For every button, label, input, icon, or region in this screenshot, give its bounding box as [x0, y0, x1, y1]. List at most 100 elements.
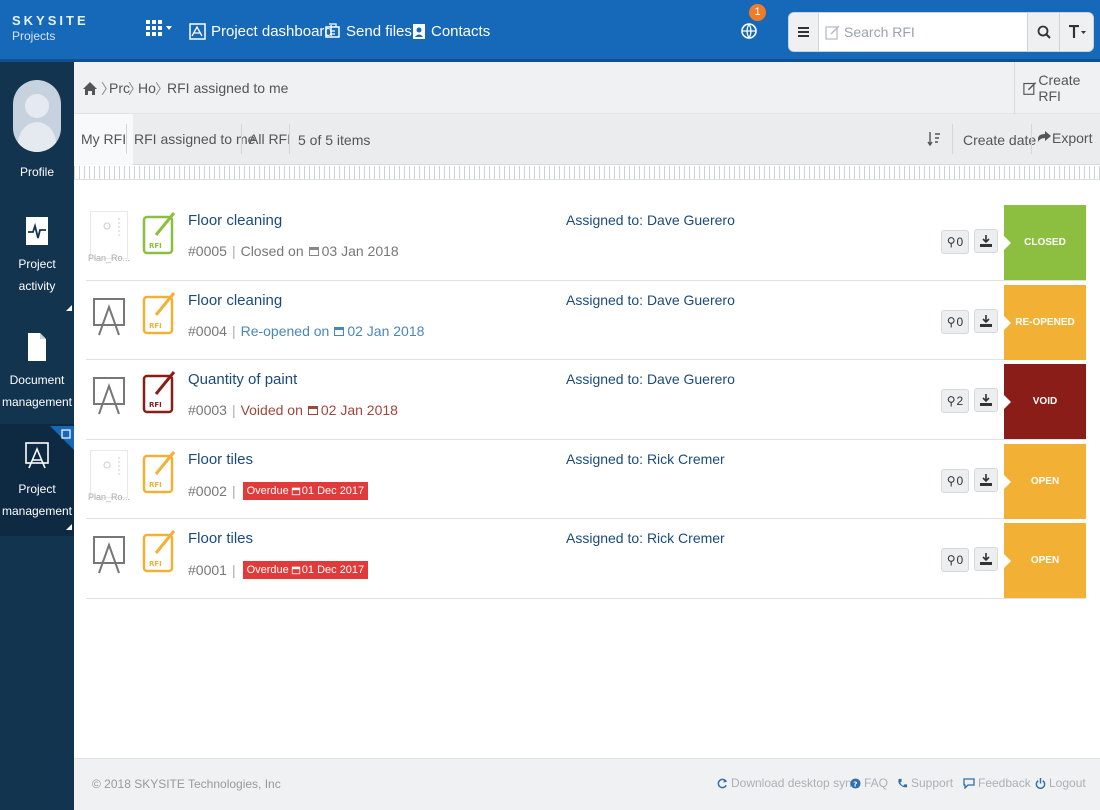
list-item[interactable]: RFI Floor cleaning #0004 | Re-opened on … [86, 281, 1086, 360]
skysite-logo[interactable]: SKYSITE Projects [12, 13, 89, 43]
create-rfi-button[interactable]: Create RFI [1014, 62, 1100, 114]
avatar[interactable] [13, 80, 61, 152]
attachment-button[interactable]: ⚲ 0 [941, 548, 969, 572]
sidebar-item-document-management[interactable]: Document management [0, 328, 74, 409]
download-button[interactable] [974, 308, 998, 333]
plan-thumbnail-icon[interactable] [90, 370, 128, 418]
app-launcher-button[interactable] [146, 20, 174, 42]
sort-by-create-date[interactable]: Create date [963, 132, 1036, 148]
send-files-link[interactable]: Send files [324, 20, 412, 42]
feedback-label: Feedback [978, 776, 1031, 790]
notification-badge[interactable]: 1 [749, 4, 766, 21]
list-item[interactable]: Plan_Ro... RFI Floor cleaning #0005 | Cl… [86, 201, 1086, 281]
rfi-title[interactable]: Floor tiles [188, 530, 253, 547]
document-icon [28, 333, 46, 361]
support-link[interactable]: Support [897, 776, 953, 790]
rfi-title[interactable]: Floor cleaning [188, 212, 282, 229]
faq-link[interactable]: ? FAQ [850, 776, 888, 790]
feedback-link[interactable]: Feedback [963, 776, 1031, 790]
status-label: Void [1032, 396, 1058, 407]
attachment-button[interactable]: ⚲ 0 [941, 230, 969, 254]
plan-thumbnail[interactable] [90, 211, 128, 259]
download-sync-link[interactable]: Download desktop sync [717, 776, 858, 790]
plan-thumbnail-icon[interactable] [90, 291, 128, 339]
edit-corner-icon[interactable] [50, 426, 74, 450]
rfi-title[interactable]: Floor cleaning [188, 292, 282, 309]
sidebar-item-profile[interactable]: Profile [0, 159, 74, 185]
status-badge: Void [1004, 364, 1086, 439]
calendar-icon [291, 566, 300, 575]
rfi-number: #0001 [188, 562, 227, 578]
breadcrumb-current: RFI assigned to me [167, 80, 289, 96]
item-count: 5 of 5 items [298, 132, 370, 148]
document-management-label-1: Document [9, 373, 65, 387]
rfi-list: Plan_Ro... RFI Floor cleaning #0005 | Cl… [86, 201, 1086, 599]
tab-bar: My RFI RFI assigned to me All RFI 5 of 5… [74, 114, 1100, 165]
document-management-label-2: management [1, 395, 73, 409]
support-label: Support [911, 776, 954, 790]
item-count-value: 5 of 5 [298, 132, 334, 148]
download-button[interactable] [974, 388, 998, 412]
plan-thumbnail[interactable] [90, 449, 128, 498]
list-item[interactable]: RFI Quantity of paint #0003 | Voided on … [86, 360, 1086, 440]
project-dashboard-link[interactable]: Project dashboard [189, 20, 333, 42]
expand-arrow-icon[interactable] [66, 524, 72, 530]
activity-icon [26, 217, 48, 245]
rfi-assignee: Assigned to: Dave Guerero [566, 212, 735, 228]
rfi-title[interactable]: Floor tiles [188, 451, 253, 468]
home-icon[interactable] [82, 81, 98, 96]
main-content: 〉 Prc 〉 Ho 〉 RFI assigned to me Create R… [74, 62, 1100, 810]
search-menu-button[interactable] [789, 13, 819, 51]
rfi-meta: #0004 | Re-opened on 02 Jan 2018 [188, 322, 425, 339]
sidebar-item-project-management[interactable]: Project management [0, 437, 74, 527]
status-notch [1004, 474, 1011, 489]
download-button[interactable] [974, 547, 998, 571]
list-item[interactable]: RFI Floor tiles #0001 | Overdue 01 Dec 2… [86, 519, 1086, 599]
project-activity-label-2: activity [18, 279, 56, 293]
item-count-suffix: items [336, 132, 371, 148]
overdue-badge: Overdue 01 Dec 2017 [242, 481, 369, 500]
plan-thumbnail-icon[interactable] [90, 529, 128, 577]
filter-button[interactable] [1059, 13, 1093, 51]
attachment-button[interactable]: ⚲ 0 [941, 468, 969, 493]
status-badge: Open [1004, 523, 1086, 598]
sort-icon[interactable] [927, 131, 941, 147]
attachment-button[interactable]: ⚲ 0 [941, 309, 969, 334]
svg-text:?: ? [853, 779, 857, 788]
edit-icon [825, 25, 840, 40]
status-label: Open [1030, 475, 1060, 487]
rfi-meta: #0005 | Closed on 03 Jan 2018 [188, 243, 399, 259]
tab-my-rfi[interactable]: My RFI [74, 114, 134, 165]
rfi-date: 01 Dec 2017 [301, 564, 365, 576]
status-badge: Open [1004, 443, 1086, 519]
phone-icon [898, 778, 908, 787]
breadcrumb-item[interactable]: Prc [109, 80, 130, 96]
notification-globe-icon[interactable] [740, 22, 758, 40]
status-label: Re-opened [1015, 316, 1075, 328]
contacts-link[interactable]: Contacts [412, 20, 490, 42]
status-notch [1004, 236, 1011, 250]
top-navigation-bar: SKYSITE Projects Project dashboard Send … [0, 0, 1100, 62]
list-item[interactable]: Plan_Ro... RFI Floor tiles #0002 | Overd… [86, 440, 1086, 519]
rfi-assignee: Assigned to: Rick Cremer [566, 530, 725, 546]
breadcrumb-item[interactable]: Ho [138, 80, 156, 96]
expand-arrow-icon[interactable] [66, 305, 72, 311]
sidebar-item-project-activity[interactable]: Project activity [0, 212, 74, 293]
search-bar [788, 12, 1094, 52]
search-button[interactable] [1027, 13, 1059, 51]
rfi-number: #0005 [188, 243, 227, 259]
tab-divider [289, 124, 290, 154]
download-button[interactable] [974, 229, 998, 253]
logout-link[interactable]: Logout [1035, 776, 1086, 790]
export-icon [1038, 131, 1051, 142]
attachment-button[interactable]: ⚲ 2 [941, 389, 969, 413]
help-icon: ? [850, 777, 861, 788]
status-label: Closed [1024, 237, 1066, 248]
rfi-status-text: Voided on [240, 402, 303, 418]
export-button[interactable]: Export [1036, 130, 1092, 146]
download-button[interactable] [974, 467, 998, 492]
rfi-title[interactable]: Quantity of paint [188, 371, 297, 388]
create-rfi-label: Create RFI [1038, 72, 1081, 104]
search-input[interactable] [820, 13, 1026, 51]
status-badge: Closed [1004, 205, 1086, 280]
